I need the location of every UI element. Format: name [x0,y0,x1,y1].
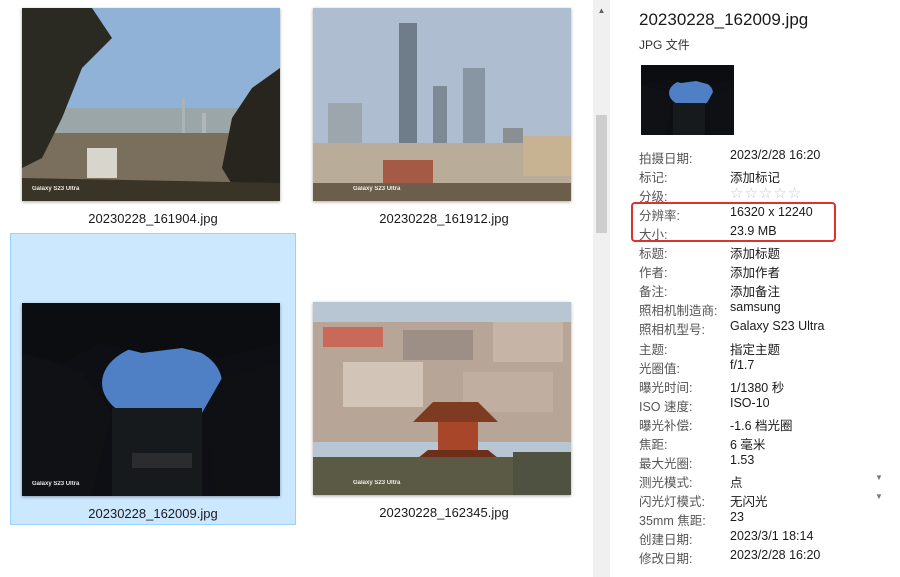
property-row: 曝光时间: 1/1380 秒 [639,377,894,396]
property-value[interactable]: -1.6 档光圈 [730,415,793,434]
property-value[interactable]: 无闪光 [730,491,768,510]
star-icon[interactable]: ☆ [730,185,744,202]
property-value[interactable]: 1.53 [730,453,754,467]
photo-watermark: Galaxy S23 Ultra [353,480,401,486]
property-label: 作者: [639,266,668,281]
scroll-up-arrow-icon[interactable]: ▲ [593,2,610,19]
property-value[interactable]: 1/1380 秒 [730,377,784,396]
property-label: 35mm 焦距: [639,513,706,528]
property-value[interactable]: 2023/3/1 18:14 [730,529,813,543]
chevron-down-icon[interactable]: ▼ [875,473,883,482]
property-value[interactable]: f/1.7 [730,358,754,372]
property-row: 焦距: 6 毫米 [639,434,894,453]
property-label: 曝光时间: [639,380,693,395]
details-file-title: 20230228_162009.jpg [639,10,809,29]
property-row: 创建日期: 2023/3/1 18:14 [639,529,894,548]
highlight-box [631,202,836,242]
property-label: 拍摄日期: [639,152,693,166]
property-row: 闪光灯模式: 无闪光 ▼ [639,491,894,510]
property-label: 标记: [639,171,668,186]
file-item[interactable]: Galaxy S23 Ultra 20230228_162345.jpg [301,233,587,525]
property-label: 创建日期: [639,533,693,547]
property-row: 拍摄日期: 2023/2/28 16:20 [639,148,894,167]
property-row: 最大光圈: 1.53 [639,453,894,472]
property-value[interactable]: 23 [730,510,744,524]
property-row: 照相机制造商: samsung [639,300,894,319]
vertical-scrollbar[interactable]: ▲ [593,0,610,577]
property-label: ISO 速度: [639,399,693,414]
scrollbar-thumb[interactable] [596,115,607,233]
property-row: 修改日期: 2023/2/28 16:20 [639,548,894,567]
details-preview-image [641,65,734,135]
file-name: 20230228_161912.jpg [379,211,509,226]
property-value[interactable]: 2023/2/28 16:20 [730,148,820,162]
property-value[interactable]: 2023/2/28 16:20 [730,548,820,562]
file-name: 20230228_162345.jpg [379,505,509,520]
details-file-type: JPG 文件 [639,38,690,52]
chevron-down-icon[interactable]: ▼ [875,492,883,501]
star-icon[interactable]: ☆ [759,185,773,202]
property-value[interactable]: Galaxy S23 Ultra [730,319,824,333]
property-value[interactable]: 6 毫米 [730,434,765,453]
property-label: 曝光补偿: [639,418,693,433]
property-label: 主题: [639,342,668,357]
property-label: 标题: [639,247,668,262]
photo-thumbnail: Galaxy S23 Ultra [22,303,280,496]
property-label: 备注: [639,285,668,300]
property-row: ISO 速度: ISO-10 [639,396,894,415]
property-row: 备注: 添加备注 [639,281,894,300]
details-pane: 20230228_162009.jpg JPG 文件 拍摄日期: 2023/2/2… [626,0,900,577]
rating-stars[interactable]: ☆☆☆☆☆ [730,184,802,202]
property-label: 闪光灯模式: [639,494,705,509]
property-value[interactable]: 添加备注 [730,281,780,300]
photo-watermark: Galaxy S23 Ultra [32,186,80,192]
property-value[interactable]: 添加作者 [730,262,780,281]
file-item-selected[interactable]: Galaxy S23 Ultra 20230228_162009.jpg [10,233,296,525]
property-row: 标题: 添加标题 [639,243,894,262]
property-row: 35mm 焦距: 23 [639,510,894,529]
property-value[interactable]: 添加标题 [730,243,780,262]
photo-watermark: Galaxy S23 Ultra [353,186,401,192]
file-grid: Galaxy S23 Ultra 20230228_161904.jpg Gal… [0,0,592,577]
property-label: 最大光圈: [639,456,693,471]
photo-watermark: Galaxy S23 Ultra [32,481,80,487]
star-icon[interactable]: ☆ [788,185,802,202]
photo-thumbnail: Galaxy S23 Ultra [313,8,571,201]
file-name: 20230228_161904.jpg [88,211,218,226]
photo-thumbnail: Galaxy S23 Ultra [313,302,571,495]
property-label: 照相机制造商: [639,304,718,319]
property-row: 照相机型号: Galaxy S23 Ultra [639,319,894,338]
star-icon[interactable]: ☆ [773,185,787,202]
photo-thumbnail: Galaxy S23 Ultra [22,8,280,201]
star-icon[interactable]: ☆ [744,185,758,202]
property-label: 照相机型号: [639,323,705,338]
property-row: 主题: 指定主题 [639,339,894,358]
property-label: 修改日期: [639,552,693,567]
property-value[interactable]: samsung [730,300,781,314]
property-label: 测光模式: [639,475,693,490]
property-value[interactable]: 指定主题 [730,339,780,358]
file-name: 20230228_162009.jpg [88,506,218,521]
property-row: 曝光补偿: -1.6 档光圈 [639,415,894,434]
property-row: 作者: 添加作者 [639,262,894,281]
property-label: 光圈值: [639,361,680,376]
property-row: 光圈值: f/1.7 [639,358,894,377]
property-row: 测光模式: 点 ▼ [639,472,894,491]
property-value[interactable]: 点 [730,472,743,491]
property-label: 焦距: [639,437,668,452]
property-value[interactable]: ISO-10 [730,396,770,410]
